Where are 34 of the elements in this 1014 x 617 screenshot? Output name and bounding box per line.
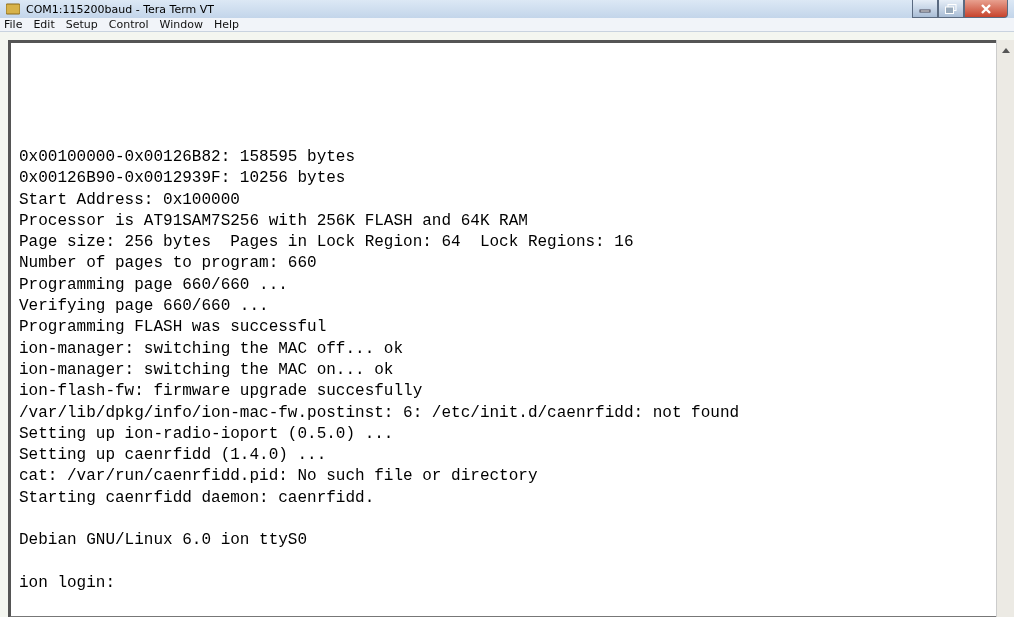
terminal-line: cat: /var/run/caenrfidd.pid: No such file or directory [19, 466, 538, 488]
terminal-line: ion-manager: switching the MAC on... ok [19, 359, 394, 381]
close-button[interactable] [964, 0, 1008, 18]
terminal-line: Page size: 256 bytes Pages in Lock Region: 64 Lock Regions: 16 [19, 232, 634, 254]
terminal-line: Programming FLASH was successful [19, 317, 327, 339]
menu-item[interactable]: Help [213, 18, 239, 31]
close-icon [980, 3, 992, 14]
terminal-line: Setting up ion-radio-ioport (0.5.0) ... [19, 423, 394, 445]
menu-item[interactable]: File [4, 18, 23, 31]
menu-item[interactable]: Control [108, 18, 149, 31]
menu-item[interactable]: Edit [33, 18, 55, 31]
menu-item[interactable]: Window [159, 18, 203, 31]
restore-icon [945, 3, 957, 14]
terminal-line: Start Address: 0x100000 [19, 189, 240, 211]
terminal-line: Starting caenrfidd daemon: caenrfidd. [19, 487, 375, 509]
terminal-line: ion-manager: switching the MAC off... ok [19, 338, 404, 360]
terminal-app-icon [6, 3, 20, 15]
terminal-line: Number of pages to program: 660 [19, 253, 317, 275]
menu-item[interactable]: Setup [65, 18, 98, 31]
terminal-line: /var/lib/dpkg/info/ion-mac-fw.postinst: 6: /etc/init.d/caenrfidd: not found [19, 402, 740, 424]
terminal-line: Programming page 660/660 ... [19, 274, 288, 296]
terminal-line: 0x00100000-0x00126B82: 158595 bytes [19, 147, 356, 168]
minimize-button[interactable] [912, 0, 938, 18]
window-title: COM1:115200baud - Tera Term VT [26, 2, 215, 16]
terminal-line: Setting up caenrfidd (1.4.0) ... [19, 445, 327, 467]
terminal-line: Debian GNU/Linux 6.0 ion ttyS0 [19, 530, 308, 552]
terminal-line: Verifying page 660/660 ... [19, 296, 269, 318]
terminal-line: Processor is AT91SAM7S256 with 256K FLASH and 64K RAM [19, 210, 528, 232]
terminal-line: ion-flash-fw: firmware upgrade succesfully [19, 381, 423, 403]
scroll-up-arrow-icon[interactable] [1001, 48, 1010, 53]
scrollbar[interactable] [996, 40, 1014, 617]
restore-button[interactable] [938, 0, 964, 18]
terminal-line: 0x00126B90-0x0012939F: 10256 bytes [19, 168, 346, 190]
terminal-line: ion login: [19, 572, 115, 594]
